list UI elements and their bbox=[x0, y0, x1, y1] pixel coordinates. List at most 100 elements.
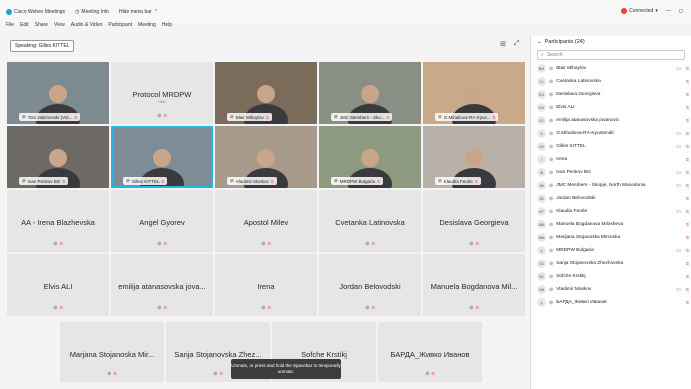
participant-name: Desislava Georgieva bbox=[556, 92, 601, 97]
participant-tile[interactable]: AA - Irena Blazhevska ⊘ ⦸ bbox=[7, 190, 109, 252]
menu-item-participant[interactable]: Participant bbox=[108, 22, 132, 34]
participant-list-item[interactable]: EJ ⊘ emilija atanasovska jovanovic ⦸ bbox=[531, 114, 691, 127]
unmute-tooltip: Unmute, or press and hold the Spacebar t… bbox=[231, 359, 341, 379]
participant-list-item[interactable]: GK ⊘ Gilles KITTEL ▭ ⦸ bbox=[531, 140, 691, 153]
video-tile[interactable]: ⊘ Gilles KITTEL ⦸ bbox=[111, 126, 213, 188]
participant-search[interactable]: ⌕ Search bbox=[537, 50, 685, 60]
audio-status: ⊘⦸ bbox=[7, 305, 109, 311]
layout-controls: ⊞ ⤢ bbox=[500, 40, 519, 48]
menu-item-edit[interactable]: Edit bbox=[20, 22, 29, 34]
participant-name: Jordan Belovodski bbox=[556, 196, 596, 201]
muted-icon: ⦸ bbox=[267, 241, 271, 247]
participant-list-item[interactable]: BM ⊘ Blair Mihaylov ▭ ⦸ bbox=[531, 62, 691, 75]
participant-list-item[interactable]: MM ⊘ Marijana Stojanoska Mirceska ⦸ bbox=[531, 231, 691, 244]
app-menu[interactable]: Cisco Webex Meetings bbox=[6, 9, 65, 15]
fullscreen-icon[interactable]: ⤢ bbox=[514, 40, 520, 48]
menu-item-share[interactable]: Share bbox=[35, 22, 48, 34]
microphone-icon: ⊘ bbox=[549, 78, 554, 85]
participant-list-item[interactable]: IB ⊘ Ivan Penkov BG ▭ ⦸ bbox=[531, 166, 691, 179]
participant-list-item[interactable]: JB ⊘ Jordan Belovodski ⦸ bbox=[531, 192, 691, 205]
participant-list-item[interactable]: JM ⊘ JMC Members - Skopje, North Macedonia… bbox=[531, 179, 691, 192]
audio-status: ⊘⦸ bbox=[60, 371, 164, 377]
avatar: JM bbox=[537, 181, 546, 190]
menu-bar: File Edit Share View Audio & Video Participan… bbox=[0, 22, 178, 34]
participant-name: Klaudia Feurle bbox=[556, 209, 588, 214]
microphone-icon: ⊘ bbox=[230, 178, 234, 183]
participant-list-item[interactable]: KF ⊘ Klaudia Feurle ▭ ⦸ bbox=[531, 205, 691, 218]
microphone-icon: ⊘ bbox=[425, 371, 430, 377]
participant-name: Sanja Stojanovska Zhezhovska bbox=[556, 261, 624, 266]
video-tile[interactable]: ⊘ G.Mihailova-RA-Kyus... ⦸ bbox=[423, 62, 525, 124]
avatar: I bbox=[537, 155, 546, 164]
participant-tile[interactable]: Marjana Stojanoska Mir... ⊘ ⦸ bbox=[60, 322, 164, 382]
participant-list-item[interactable]: ◎ ⊘ MRDPW Bulgaria ▭ ⦸ bbox=[531, 244, 691, 257]
hide-menu-bar-button[interactable]: Hide menu bar ⌃ bbox=[119, 9, 158, 15]
audio-status: ⊘⦸ bbox=[378, 371, 482, 377]
video-grid: ⊘ Toni Jakimovski (Vid... ⦸ Protocol MRDPW H… bbox=[7, 62, 525, 318]
participant-tile[interactable]: Jordan Belovodski ⊘ ⦸ bbox=[319, 254, 421, 316]
video-tile[interactable]: ⊘ Toni Jakimovski (Vid... ⦸ bbox=[7, 62, 109, 124]
microphone-icon: ⊘ bbox=[334, 178, 338, 183]
participant-tile[interactable]: Manuela Bogdanova Mil... ⊘ ⦸ bbox=[423, 254, 525, 316]
grid-view-icon[interactable]: ⊞ bbox=[500, 40, 506, 48]
video-tile[interactable]: ⊘ Ivan Penkov BG ⦸ bbox=[7, 126, 109, 188]
chevron-down-icon: ⌄ bbox=[537, 39, 542, 45]
participant-name: emilija atanasovska jovanovic bbox=[556, 118, 620, 123]
participant-tile[interactable]: emilija atanasovska jova... ⊘ ⦸ bbox=[111, 254, 213, 316]
maximize-button[interactable]: ◻ bbox=[679, 8, 683, 14]
menu-item-view[interactable]: View bbox=[54, 22, 65, 34]
participant-list-item[interactable]: EA ⊘ Elvis ALI ⦸ bbox=[531, 101, 691, 114]
connection-status[interactable]: Connected ▾ bbox=[621, 8, 658, 14]
muted-icon: ⦸ bbox=[371, 305, 375, 311]
video-tile[interactable]: ⊘ Blair Mihaylov ⦸ bbox=[215, 62, 317, 124]
participant-tile[interactable]: Apostol Milev ⊘ ⦸ bbox=[215, 190, 317, 252]
participant-tile[interactable]: Cvetanka Latinovska ⊘ ⦸ bbox=[319, 190, 421, 252]
video-tile[interactable]: ⊘ JMC Members - Sko... ⦸ bbox=[319, 62, 421, 124]
participant-list-item[interactable]: CL ⊘ Cvetanka Latinovska ⦸ bbox=[531, 75, 691, 88]
muted-icon: ⦸ bbox=[685, 117, 689, 124]
avatar: EJ bbox=[537, 116, 546, 125]
menu-item-help[interactable]: Help bbox=[162, 22, 172, 34]
microphone-icon: ⊘ bbox=[107, 371, 112, 377]
camera-icon: ▭ bbox=[676, 65, 681, 72]
microphone-icon: ⊘ bbox=[365, 305, 370, 311]
video-tile[interactable]: Protocol MRDPW Host ⊘ ⦸ bbox=[111, 62, 213, 124]
microphone-icon: ⊘ bbox=[261, 305, 266, 311]
participant-list-item[interactable]: DG ⊘ Desislava Georgieva ⦸ bbox=[531, 88, 691, 101]
participant-list-item[interactable]: VM ⊘ Vladimir Moskov ▭ ⦸ bbox=[531, 283, 691, 296]
audio-status: ⊘⦸ bbox=[319, 305, 421, 311]
participant-tile[interactable]: Desislava Georgieva ⊘ ⦸ bbox=[423, 190, 525, 252]
participant-name-label: ⊘ Toni Jakimovski (Vid... ⦸ bbox=[19, 113, 81, 121]
participant-list-item[interactable]: MM ⊘ Manuela Bogdanova Milosheva ⦸ bbox=[531, 218, 691, 231]
participant-name: Sofche Krstikj bbox=[556, 274, 586, 279]
participants-header[interactable]: ⌄ Participants (24) bbox=[531, 36, 691, 48]
microphone-icon: ⊘ bbox=[157, 113, 162, 119]
avatar: MM bbox=[537, 220, 546, 229]
microphone-icon: ⊘ bbox=[213, 371, 218, 377]
video-tile[interactable]: ⊘ Vladimir Moskov ⦸ bbox=[215, 126, 317, 188]
menu-item-audio-video[interactable]: Audio & Video bbox=[71, 22, 103, 34]
avatar: KF bbox=[537, 207, 546, 216]
participant-tile[interactable]: Elvis ALI ⊘ ⦸ bbox=[7, 254, 109, 316]
participant-list-item[interactable]: ◎ ⊘ БАРДА_Живко Иванов ⦸ bbox=[531, 296, 691, 309]
audio-status: ⊘⦸ bbox=[111, 241, 213, 247]
participant-tile[interactable]: Angel Gyorev ⊘ ⦸ bbox=[111, 190, 213, 252]
participant-list-item[interactable]: G ⊘ G.Mihailova-RA-Kyustendil ▭ ⦸ bbox=[531, 127, 691, 140]
participant-tile[interactable]: БАРДА_Живко Иванов ⊘ ⦸ bbox=[378, 322, 482, 382]
avatar: JB bbox=[537, 194, 546, 203]
minimize-button[interactable]: — bbox=[666, 8, 671, 14]
video-tile[interactable]: ⊘ MRDPW Bulgaria ⦸ bbox=[319, 126, 421, 188]
menu-item-meeting[interactable]: Meeting bbox=[138, 22, 156, 34]
meeting-info-button[interactable]: ◷ Meeting Info bbox=[75, 9, 109, 15]
participant-list-item[interactable]: SZ ⊘ Sanja Stojanovska Zhezhovska ⦸ bbox=[531, 257, 691, 270]
video-tile[interactable]: ⊘ Klaudia Feurle ⦸ bbox=[423, 126, 525, 188]
participant-name: G.Mihailova-RA-Kyustendil bbox=[556, 131, 614, 136]
participant-name: Blair Mihaylov bbox=[556, 66, 587, 71]
microphone-icon: ⊘ bbox=[438, 178, 442, 183]
participant-tile[interactable]: Irena ⊘ ⦸ bbox=[215, 254, 317, 316]
menu-item-file[interactable]: File bbox=[6, 22, 14, 34]
muted-icon: ⦸ bbox=[685, 91, 689, 98]
participant-list-item[interactable]: I ⊘ Irena ⦸ bbox=[531, 153, 691, 166]
participant-list-item[interactable]: SK ⊘ Sofche Krstikj ⦸ bbox=[531, 270, 691, 283]
participant-name: Angel Gyorev bbox=[139, 218, 185, 227]
